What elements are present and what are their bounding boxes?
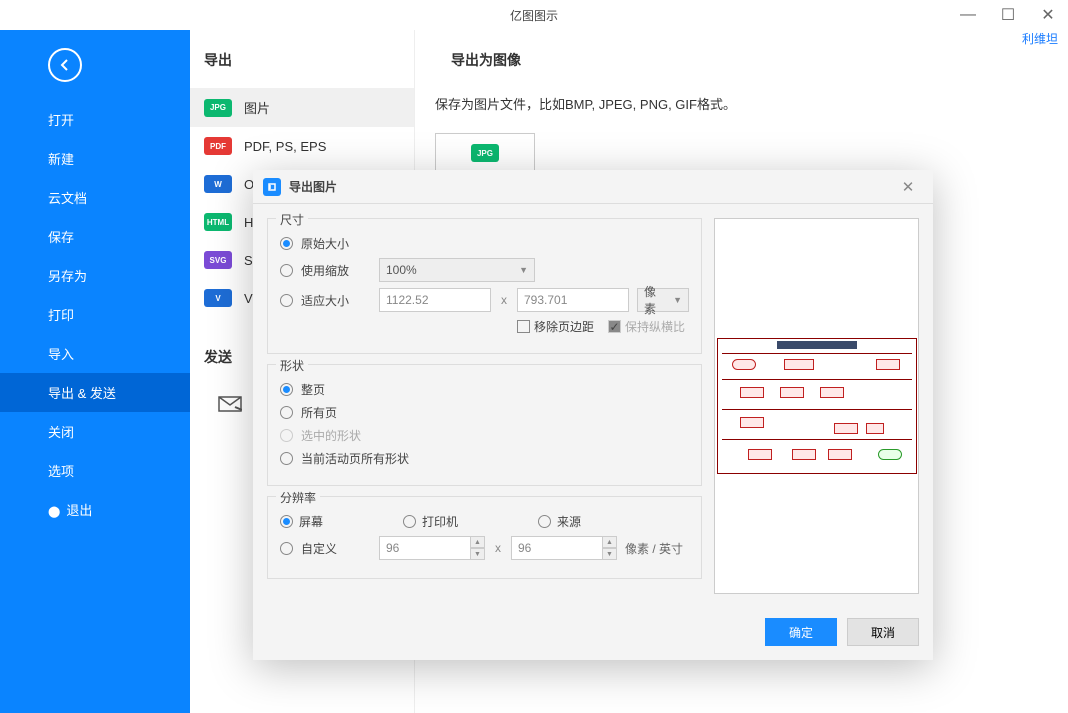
resolution-group: 分辨率 屏幕 打印机 来源 自定义 96▲▼ x 96▲▼ 像素 / 英寸 [267,496,702,579]
ok-button[interactable]: 确定 [765,618,837,646]
res-height-input[interactable]: 96▲▼ [511,536,617,560]
radio-original-size[interactable] [280,237,293,250]
radio-active-shapes[interactable] [280,452,293,465]
radio-full-page[interactable] [280,383,293,396]
chevron-down-icon: ▼ [673,295,682,305]
radio-res-screen[interactable] [280,515,293,528]
radio-res-printer[interactable] [403,515,416,528]
spin-up-icon[interactable]: ▲ [471,536,485,548]
check-remove-margin[interactable] [517,320,530,333]
preview-pane [714,218,919,594]
radio-res-custom[interactable] [280,542,293,555]
radio-selected-shapes [280,429,293,442]
width-input[interactable]: 1122.52 [379,288,491,312]
radio-use-zoom[interactable] [280,264,293,277]
shape-group: 形状 整页 所有页 选中的形状 当前活动页所有形状 [267,364,702,486]
height-input[interactable]: 793.701 [517,288,629,312]
radio-fit-size[interactable] [280,294,293,307]
radio-all-pages[interactable] [280,406,293,419]
res-heading: 分辨率 [276,489,320,506]
zoom-select[interactable]: 100%▼ [379,258,535,282]
dialog-overlay: 导出图片 ✕ 尺寸 原始大小 使用缩放 100%▼ 适应大小 1 [0,0,1068,713]
size-heading: 尺寸 [276,211,308,228]
res-width-input[interactable]: 96▲▼ [379,536,485,560]
spin-up-icon[interactable]: ▲ [603,536,617,548]
dialog-title: 导出图片 [289,178,893,195]
app-logo-icon [263,178,281,196]
chevron-down-icon: ▼ [519,265,528,275]
preview-flowchart [717,338,917,474]
shape-heading: 形状 [276,357,308,374]
export-image-dialog: 导出图片 ✕ 尺寸 原始大小 使用缩放 100%▼ 适应大小 1 [253,170,933,660]
size-group: 尺寸 原始大小 使用缩放 100%▼ 适应大小 1122.52 x 793.70… [267,218,702,354]
unit-select[interactable]: 像素▼ [637,288,689,312]
dialog-close-button[interactable]: ✕ [893,178,923,196]
spin-down-icon[interactable]: ▼ [603,548,617,560]
radio-res-source[interactable] [538,515,551,528]
spin-down-icon[interactable]: ▼ [471,548,485,560]
cancel-button[interactable]: 取消 [847,618,919,646]
check-keep-ratio: ✓ [608,320,621,333]
